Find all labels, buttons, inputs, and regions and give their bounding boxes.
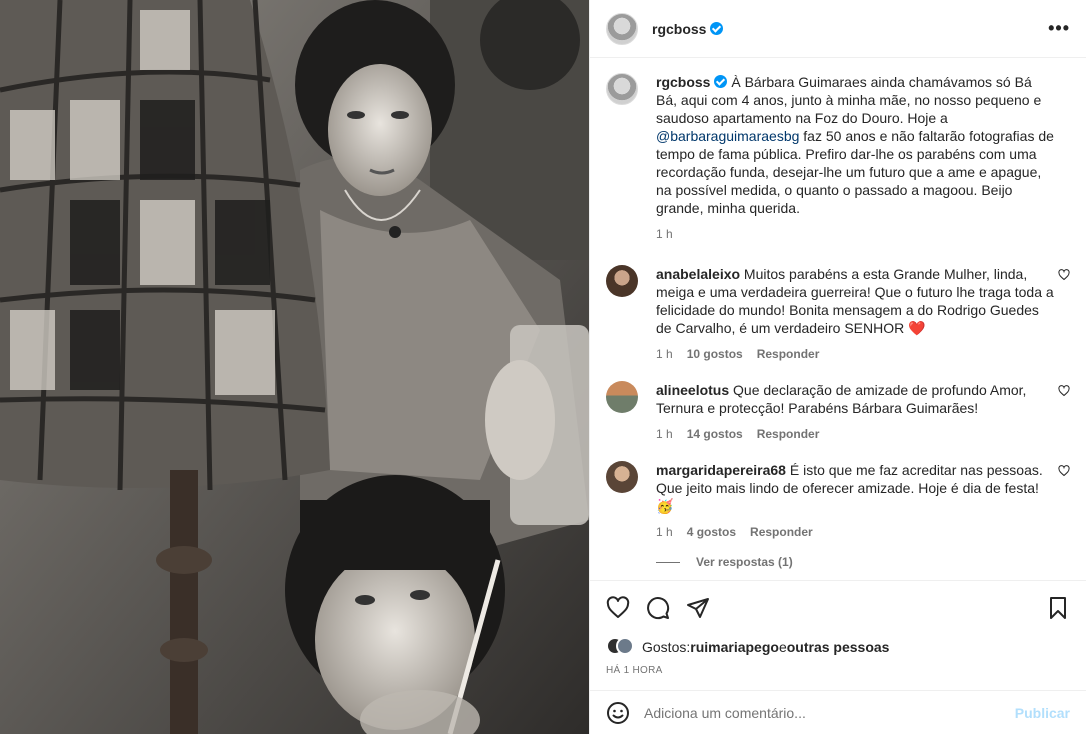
comment-likes[interactable]: 4 gostos [687,523,736,541]
comment-username[interactable]: margaridapereira68 [656,462,786,478]
comment-item: margaridapereira68 É isto que me faz acr… [606,461,1070,541]
comment-icon[interactable] [646,596,670,620]
replies-divider [656,561,680,563]
action-icons-row [606,595,1070,621]
verified-badge-icon [714,75,728,88]
author-avatar[interactable] [606,12,638,45]
likes-others-link[interactable]: outras pessoas [787,639,890,655]
vintage-photo-illustration [0,0,589,734]
heart-icon[interactable] [606,596,630,620]
add-comment-bar: Publicar [590,690,1086,734]
emoji-icon[interactable] [606,701,630,725]
more-options-icon[interactable]: ••• [1048,18,1070,39]
bookmark-icon[interactable] [1046,596,1070,620]
liker-avatar [616,637,634,655]
post-side-panel: rgcboss ••• rgcboss À Bárbara Guimaraes … [589,0,1086,734]
comment-time[interactable]: 1 h [656,345,673,363]
comment-like-heart-icon[interactable] [1058,385,1070,397]
view-replies-button[interactable]: Ver respostas (1) [656,555,1070,569]
post-timestamp[interactable]: HÁ 1 HORA [606,665,1070,676]
comment-reply-button[interactable]: Responder [757,345,820,363]
post-header: rgcboss ••• [590,0,1086,58]
caption-author-avatar[interactable] [606,73,638,105]
post-actions: Gostos: ruimariapego e outras pessoas HÁ… [590,580,1086,676]
caption-meta: 1 h [656,225,1054,243]
publish-button[interactable]: Publicar [1015,705,1070,721]
comment-like-heart-icon[interactable] [1058,465,1070,477]
view-replies-label[interactable]: Ver respostas (1) [696,555,793,569]
comment-time[interactable]: 1 h [656,523,673,541]
comment-meta: 1 h 14 gostos Responder [656,425,1054,443]
comment-meta: 1 h 4 gostos Responder [656,523,1054,541]
comment-likes[interactable]: 14 gostos [687,425,743,443]
likes-user-link[interactable]: ruimariapego [690,639,779,655]
verified-badge-icon [710,21,724,35]
comment-time[interactable]: 1 h [656,425,673,443]
comment-username[interactable]: anabelaleixo [656,266,740,282]
comment-reply-button[interactable]: Responder [757,425,820,443]
comment-avatar[interactable] [606,461,638,493]
caption-username[interactable]: rgcboss [656,74,710,90]
comment-avatar[interactable] [606,381,638,413]
comment-avatar[interactable] [606,265,638,297]
caption-mention-link[interactable]: @barbaraguimaraesbg [656,128,799,144]
post-dialog: rgcboss ••• rgcboss À Bárbara Guimaraes … [0,0,1086,734]
red-heart-emoji-icon: ❤️ [908,320,926,336]
post-photo[interactable] [0,0,589,734]
comment-input[interactable] [644,704,1015,721]
comment-body: margaridapereira68 É isto que me faz acr… [656,461,1070,541]
likes-and: e [778,639,787,655]
share-icon[interactable] [686,596,710,620]
partying-face-emoji-icon: 🥳 [656,498,674,514]
comments-scroll-area[interactable]: rgcboss À Bárbara Guimaraes ainda chamáv… [590,59,1086,579]
author-username[interactable]: rgcboss [652,21,724,37]
comment-item: anabelaleixo Muitos parabéns a esta Gran… [606,265,1070,363]
caption-body: rgcboss À Bárbara Guimaraes ainda chamáv… [656,73,1070,243]
likes-summary: Gostos: ruimariapego e outras pessoas [606,637,1070,657]
comment-username[interactable]: alineelotus [656,382,729,398]
post-caption: rgcboss À Bárbara Guimaraes ainda chamáv… [606,73,1070,243]
comment-item: alineelotus Que declaração de amizade de… [606,381,1070,443]
comment-reply-button[interactable]: Responder [750,523,813,541]
likes-prefix: Gostos: [642,639,691,655]
comment-meta: 1 h 10 gostos Responder [656,345,1054,363]
caption-time[interactable]: 1 h [656,225,673,243]
author-username-text[interactable]: rgcboss [652,21,706,37]
comment-body: alineelotus Que declaração de amizade de… [656,381,1070,443]
comment-like-heart-icon[interactable] [1058,269,1070,281]
comment-body: anabelaleixo Muitos parabéns a esta Gran… [656,265,1070,363]
comment-likes[interactable]: 10 gostos [687,345,743,363]
liker-avatars[interactable] [606,637,634,657]
